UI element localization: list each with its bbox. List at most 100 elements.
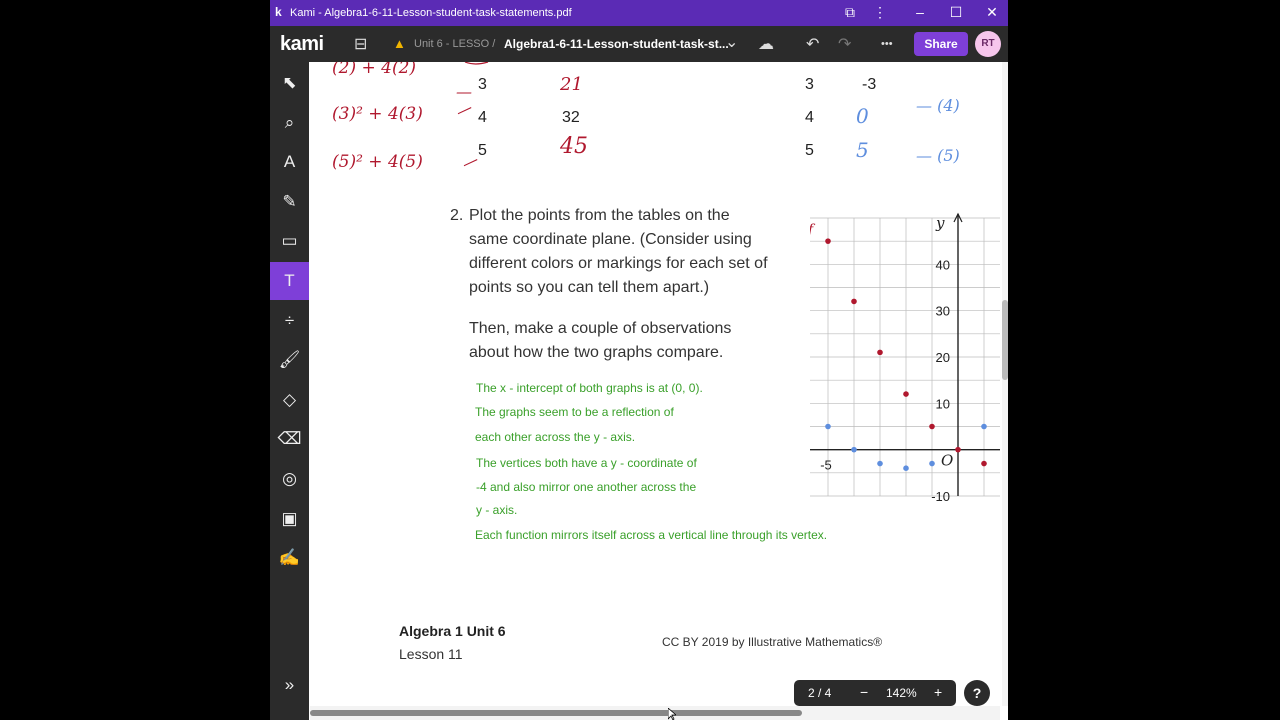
app-window: k Kami - Algebra1-6-11-Lesson-student-ta… [270, 0, 1008, 720]
select-tool-icon[interactable]: ⬉ [270, 64, 309, 102]
answer-text-box[interactable]: The graphs seem to be a reflection of [475, 405, 674, 419]
question-line: points so you can tell them apart.) [469, 279, 710, 296]
red-data-point [877, 349, 883, 356]
chevron-down-icon[interactable]: ⌄ [725, 32, 738, 52]
highlighter-tool-icon[interactable]: ✎ [270, 183, 309, 221]
blue-note-1: — (4) [916, 96, 960, 115]
help-button[interactable]: ? [964, 680, 990, 706]
comment-tool-icon[interactable]: ▭ [270, 222, 309, 260]
red-data-point [851, 298, 857, 305]
app-icon: k [275, 5, 282, 19]
blue-note-2: — (5) [916, 146, 960, 165]
text-to-speech-tool-icon[interactable]: A [270, 143, 309, 181]
blue-data-point [851, 446, 857, 453]
kami-logo: kami [280, 33, 324, 55]
table-right-y-1: -3 [862, 76, 877, 93]
answer-text-box[interactable]: The vertices both have a y - coordinate … [476, 456, 697, 470]
horizontal-scroll-thumb[interactable] [310, 710, 802, 716]
table-right-x-3: 5 [805, 142, 814, 159]
blue-data-point [825, 423, 831, 430]
more-menu-icon[interactable]: ••• [881, 38, 893, 50]
table-left-x-1: 3 [478, 76, 487, 93]
question-line: same coordinate plane. (Consider using [469, 231, 752, 248]
text-box-tool-icon[interactable]: T [270, 262, 309, 300]
table-right-x-1: 3 [805, 76, 814, 93]
google-drive-icon: ▲ [393, 36, 406, 51]
y-tick-label: 20 [936, 350, 950, 365]
undo-icon[interactable]: ↶ [806, 34, 819, 54]
footer-course: Algebra 1 Unit 6 [399, 623, 506, 639]
table-left-x-3: 5 [478, 142, 487, 159]
page-indicator[interactable]: 2 / 4 [808, 686, 831, 700]
signature-tool-icon[interactable]: ✍ [270, 539, 309, 577]
question-line: Plot the points from the tables on the [469, 207, 730, 224]
blue-data-point [929, 460, 935, 467]
horizontal-scrollbar[interactable] [310, 706, 1000, 720]
y-tick-label: 10 [936, 396, 950, 411]
blue-data-point [877, 460, 883, 467]
function-label-f: f [810, 222, 816, 238]
red-data-point [955, 446, 961, 453]
table-right-y-2: 0 [856, 104, 869, 128]
shapes-tool-icon[interactable]: ◇ [270, 381, 309, 419]
red-expression-1: (2) + 4(2) [332, 62, 417, 78]
answer-text-box[interactable]: each other across the y - axis. [475, 430, 635, 444]
eraser-tool-icon[interactable]: ⌫ [270, 420, 309, 458]
cloud-sync-icon[interactable]: ☁ [758, 34, 774, 54]
answer-text-box[interactable]: -4 and also mirror one another across th… [476, 480, 696, 494]
table-right-x-2: 4 [805, 109, 814, 126]
text-recognition-tool-icon[interactable]: ⌕ [270, 104, 309, 142]
zoom-in-button[interactable]: + [934, 684, 942, 700]
minimize-button[interactable]: – [911, 4, 929, 20]
red-squiggle [464, 62, 489, 65]
blue-data-point [903, 465, 909, 471]
table-left-y-3: 45 [560, 134, 588, 159]
y-tick-label: -10 [931, 489, 950, 502]
red-data-point [981, 460, 987, 467]
red-expression-3: (5)² + 4(5) [332, 152, 423, 172]
observation-prompt: Then, make a couple of observations abou… [469, 317, 731, 365]
prompt-line: Then, make a couple of observations [469, 320, 732, 337]
main-toolbar: kami ⊟ ▲ Unit 6 - LESSO / Algebra1-6-11-… [270, 26, 1008, 62]
zoom-level[interactable]: 142% [886, 686, 917, 700]
more-options-icon[interactable]: ⋮ [871, 4, 889, 21]
breadcrumb[interactable]: Unit 6 - LESSO / [414, 38, 495, 50]
origin-label: O [941, 452, 953, 470]
pdf-page: (2) + 4(2) (3)² + 4(3) (5)² + 4(5) — — —… [310, 62, 1000, 704]
x-tick-label: -5 [820, 458, 832, 473]
tool-sidebar: ⬉ ⌕ A ✎ ▭ T ÷ 🖌 ◇ ⌫ ◎ ▣ ✍ » [270, 62, 309, 720]
table-left-y-1: 21 [560, 74, 583, 95]
table-left-x-2: 4 [478, 109, 487, 126]
user-avatar[interactable]: RT [975, 31, 1001, 57]
equation-tool-icon[interactable]: ÷ [270, 302, 309, 340]
file-name[interactable]: Algebra1-6-11-Lesson-student-task-st... [504, 37, 729, 51]
maximize-button[interactable]: ☐ [947, 4, 965, 21]
zoom-out-button[interactable]: − [860, 684, 868, 700]
expand-sidebar-icon[interactable]: » [270, 666, 309, 704]
window-title: Kami - Algebra1-6-11-Lesson-student-task… [290, 7, 572, 19]
table-right-y-3: 5 [856, 138, 869, 162]
answer-text-box[interactable]: Each function mirrors itself across a ve… [475, 528, 827, 542]
footer-lesson: Lesson 11 [399, 646, 463, 662]
red-data-point [903, 391, 909, 397]
vertical-scrollbar[interactable] [1002, 62, 1008, 706]
close-button[interactable]: ✕ [983, 4, 1001, 21]
redo-icon[interactable]: ↷ [838, 34, 851, 54]
extension-icon[interactable]: ⧉ [841, 4, 859, 21]
question-text: Plot the points from the tables on the s… [469, 204, 768, 300]
title-bar: k Kami - Algebra1-6-11-Lesson-student-ta… [270, 0, 1008, 26]
page-zoom-bar: 2 / 4 − 142% + [794, 680, 956, 706]
red-data-point [825, 238, 831, 244]
blue-data-point [981, 423, 987, 430]
red-expression-2: (3)² + 4(3) [332, 104, 423, 124]
answer-text-box[interactable]: y - axis. [476, 503, 517, 517]
question-number: 2. [450, 207, 464, 224]
answer-text-box[interactable]: The x - intercept of both graphs is at (… [476, 381, 703, 395]
drawing-tool-icon[interactable]: 🖌 [270, 341, 309, 379]
ai-tool-icon[interactable]: ◎ [270, 460, 309, 498]
share-button[interactable]: Share [914, 32, 968, 56]
image-tool-icon[interactable]: ▣ [270, 500, 309, 538]
archive-icon[interactable]: ⊟ [354, 34, 367, 54]
vertical-scroll-thumb[interactable] [1002, 300, 1008, 380]
footer-license: CC BY 2019 by Illustrative Mathematics® [662, 635, 883, 649]
